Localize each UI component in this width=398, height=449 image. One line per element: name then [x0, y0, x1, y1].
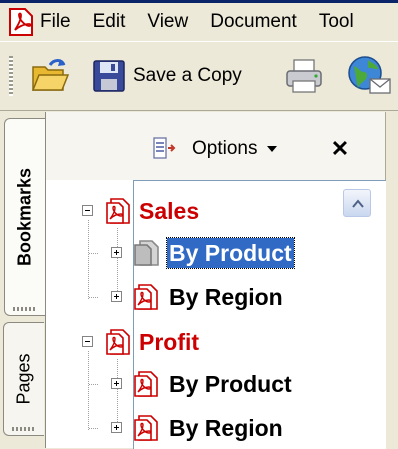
tab-grip — [13, 307, 37, 311]
tab-pages[interactable]: Pages — [3, 322, 44, 436]
options-menu-icon-wrap[interactable] — [152, 135, 180, 163]
bookmark-sales[interactable]: Sales — [104, 196, 199, 226]
bookmark-profit[interactable]: Profit — [104, 327, 199, 357]
globe-envelope-icon — [348, 56, 391, 94]
bookmark-label: By Product — [169, 371, 292, 397]
options-label: Options — [192, 138, 258, 159]
bookmark-label: By Region — [169, 284, 283, 310]
pdf-bookmark-icon — [134, 371, 158, 397]
expand-toggle-sales-by-region[interactable] — [111, 291, 122, 302]
tab-bookmarks-label: Bookmarks — [14, 167, 35, 267]
tab-grip — [12, 427, 36, 431]
bookmark-profit-by-product[interactable]: By Product — [132, 369, 292, 399]
bookmark-label: Sales — [139, 198, 200, 224]
bookmark-label: Profit — [139, 329, 200, 355]
options-menu-button[interactable]: Options — [192, 135, 279, 163]
dropdown-arrow-icon — [267, 146, 278, 152]
chevron-up-icon — [352, 199, 364, 208]
menu-view[interactable]: View — [136, 3, 199, 41]
navigation-tabs: Bookmarks Pages — [0, 112, 45, 448]
email-button[interactable] — [346, 54, 392, 98]
tree-connector — [89, 384, 99, 385]
pdf-bookmark-icon — [134, 415, 158, 441]
expand-toggle-profit-by-region[interactable] — [111, 422, 122, 433]
pdf-bookmark-icon — [106, 329, 130, 355]
floppy-disk-icon — [93, 60, 125, 92]
close-panel-button[interactable]: ✕ — [327, 136, 353, 162]
open-folder-icon — [31, 59, 70, 91]
tree-connector — [88, 220, 89, 300]
pdf-bookmark-icon — [106, 198, 130, 224]
toolbar: Save a Copy — [0, 41, 398, 111]
bookmark-profit-by-region[interactable]: By Region — [132, 413, 283, 443]
expand-toggle-profit-by-product[interactable] — [111, 378, 122, 389]
collapse-toggle-profit[interactable] — [82, 336, 93, 347]
menu-edit[interactable]: Edit — [82, 3, 137, 41]
tree-connector — [117, 359, 118, 431]
menu-document[interactable]: Document — [199, 3, 308, 41]
tree-connector — [88, 351, 89, 431]
tab-pages-label: Pages — [13, 353, 34, 405]
bookmark-sales-by-region[interactable]: By Region — [132, 282, 283, 312]
expand-toggle-sales-by-product[interactable] — [111, 247, 122, 258]
menu-tools[interactable]: Tool — [308, 3, 365, 41]
adobe-pdf-icon — [9, 8, 33, 36]
menubar: File Edit View Document Tool — [0, 3, 398, 41]
bookmark-label-selected: By Product — [166, 237, 295, 269]
collapse-toggle-sales[interactable] — [82, 205, 93, 216]
tree-connector — [89, 297, 99, 298]
printer-icon — [286, 59, 322, 93]
scroll-up-button[interactable] — [343, 189, 371, 217]
menu-file[interactable]: File — [34, 3, 82, 41]
bookmark-sales-by-product[interactable]: By Product — [132, 237, 295, 269]
print-button[interactable] — [284, 57, 324, 95]
bookmark-page-icon-gray — [134, 240, 159, 266]
save-copy-button[interactable]: Save a Copy — [92, 58, 242, 94]
tree-connector — [89, 253, 99, 254]
tree-connector — [117, 228, 118, 300]
tab-bookmarks[interactable]: Bookmarks — [4, 118, 45, 316]
pdf-bookmark-icon — [134, 284, 158, 310]
toolbar-grip[interactable] — [9, 56, 13, 96]
tree-connector — [89, 428, 99, 429]
panel-splitter[interactable] — [385, 112, 398, 448]
options-menu-icon — [153, 137, 176, 159]
bookmark-label: By Region — [169, 415, 283, 441]
save-copy-label: Save a Copy — [133, 65, 242, 86]
open-button[interactable] — [30, 55, 70, 95]
